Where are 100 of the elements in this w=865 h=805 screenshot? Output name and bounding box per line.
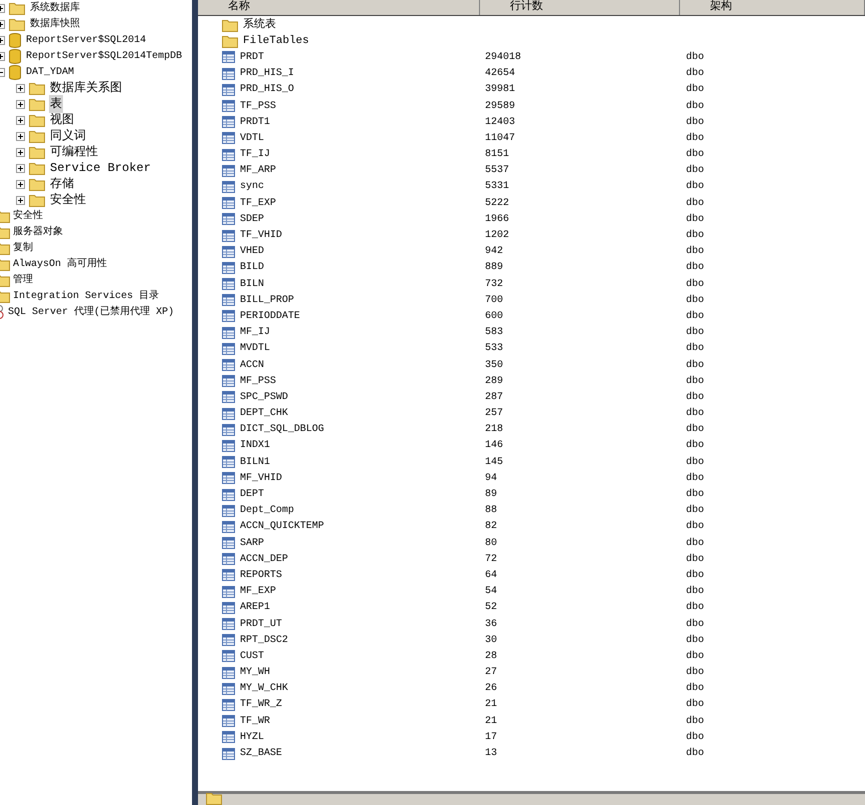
folder-icon [29,114,45,126]
table-name[interactable]: DEPT [240,487,264,502]
tree-item[interactable]: 管理 [12,272,34,288]
row-count: 52 [485,601,498,616]
tree-item[interactable]: ReportServer$SQL2014 [25,32,148,48]
row-count: 30 [485,634,498,648]
table-name[interactable]: PERIODDATE [240,308,300,324]
schema-name: dbo [686,244,704,260]
table-name[interactable]: TF_IJ [240,147,270,162]
table-name[interactable]: ACCN [240,358,264,373]
expand-toggle[interactable] [16,132,25,140]
column-header[interactable]: 架构 [680,0,865,15]
expand-toggle[interactable] [16,84,25,92]
table-name[interactable]: BILN1 [240,454,270,470]
table-name[interactable]: PRDT [240,50,264,65]
tree-item[interactable]: 安全性 [12,208,44,224]
table-name[interactable]: ACCN_QUICKTEMP [240,519,324,534]
tree-item[interactable]: 服务器对象 [12,224,64,240]
table-name[interactable]: HYZL [240,730,264,745]
table-name[interactable]: BILL_PROP [240,292,294,308]
tree-item[interactable]: SQL Server 代理(已禁用代理 XP) [7,304,176,320]
table-name[interactable]: Dept_Comp [240,503,294,518]
schema-name: dbo [686,196,704,211]
tree-item[interactable]: 表 [49,95,63,113]
schema-name: dbo [686,714,704,729]
row-count: 294018 [485,50,522,65]
table-name[interactable]: ACCN_DEP [240,552,288,567]
table-name[interactable]: MF_VHID [240,470,282,486]
tree-item[interactable]: 数据库关系图 [49,79,123,97]
table-name[interactable]: BILD [240,260,264,276]
table-name[interactable]: PRD_HIS_O [240,82,294,98]
table-name[interactable]: DEPT_CHK [240,406,288,422]
table-name[interactable]: FileTables [243,33,310,50]
table-name[interactable]: 系统表 [243,16,276,34]
tree-item[interactable]: Integration Services 目录 [12,288,160,304]
schema-name: dbo [686,278,704,292]
table-name[interactable]: DICT_SQL_DBLOG [240,422,324,438]
table-name[interactable]: VHED [240,244,264,260]
schema-name: dbo [686,358,704,373]
tree-item[interactable]: 同义词 [49,127,87,145]
tree-item[interactable]: AlwaysOn 高可用性 [12,256,108,272]
table-name[interactable]: SPC_PSWD [240,390,288,405]
table-name[interactable]: TF_EXP [240,196,276,211]
table-icon [222,424,235,436]
table-name[interactable]: TF_WR [240,714,270,729]
table-name[interactable]: BILN [240,276,264,292]
tree-item[interactable]: ReportServer$SQL2014TempDB [25,48,184,64]
row-count: 145 [485,456,504,470]
table-name[interactable]: TF_PSS [240,98,276,114]
table-name[interactable]: CUST [240,648,264,664]
schema-name: dbo [686,472,704,486]
column-header[interactable]: 行计数 [480,0,680,15]
table-name[interactable]: RPT_DSC2 [240,632,288,648]
expand-toggle[interactable] [16,196,25,204]
tree-item[interactable]: 数据库快照 [29,16,81,32]
folder-icon [29,178,45,190]
table-icon [222,342,235,355]
table-name[interactable]: SARP [240,536,264,551]
table-icon [222,408,235,420]
column-header[interactable]: 名称 [198,0,480,15]
table-name[interactable]: PRDT1 [240,114,270,130]
table-name[interactable]: PRDT_UT [240,616,282,632]
table-name[interactable]: MY_WH [240,665,270,680]
table-name[interactable]: MVDTL [240,341,270,356]
expand-toggle[interactable] [16,116,25,124]
table-name[interactable]: AREP1 [240,600,270,616]
row-count: 287 [485,390,504,405]
tree-item[interactable]: 安全性 [49,191,87,209]
tree-item[interactable]: 存储 [49,175,75,193]
table-name[interactable]: sync [240,179,264,194]
table-name[interactable]: REPORTS [240,568,282,583]
table-name[interactable]: MY_W_CHK [240,681,288,696]
schema-name: dbo [686,406,704,422]
expand-toggle[interactable] [16,164,25,172]
table-icon [222,504,235,517]
tree-item[interactable]: 系统数据库 [29,0,81,16]
tree-item[interactable]: 可编程性 [49,143,99,161]
table-name[interactable]: PRD_HIS_I [240,66,294,82]
table-name[interactable]: MF_IJ [240,325,270,340]
tree-item[interactable]: Service Broker [49,159,152,177]
table-name[interactable]: SZ_BASE [240,746,282,762]
row-count: 5537 [485,164,510,178]
expand-toggle[interactable] [16,180,25,188]
table-name[interactable]: TF_WR_Z [240,697,282,712]
table-name[interactable]: SDEP [240,212,264,227]
table-name[interactable]: TF_VHID [240,228,282,244]
schema-name: dbo [686,746,704,762]
table-name[interactable]: MF_PSS [240,374,276,389]
tree-item[interactable]: 视图 [49,111,75,129]
row-count: 732 [485,278,504,292]
tree-item[interactable]: DAT_YDAM [25,64,76,80]
expand-toggle[interactable] [16,100,25,108]
table-name[interactable]: MF_EXP [240,584,276,600]
row-count: 29589 [485,100,516,114]
database-icon [9,64,21,80]
tree-item[interactable]: 复制 [12,240,34,256]
table-name[interactable]: MF_ARP [240,163,276,178]
table-name[interactable]: VDTL [240,130,264,146]
expand-toggle[interactable] [16,148,25,156]
table-name[interactable]: INDX1 [240,438,270,454]
